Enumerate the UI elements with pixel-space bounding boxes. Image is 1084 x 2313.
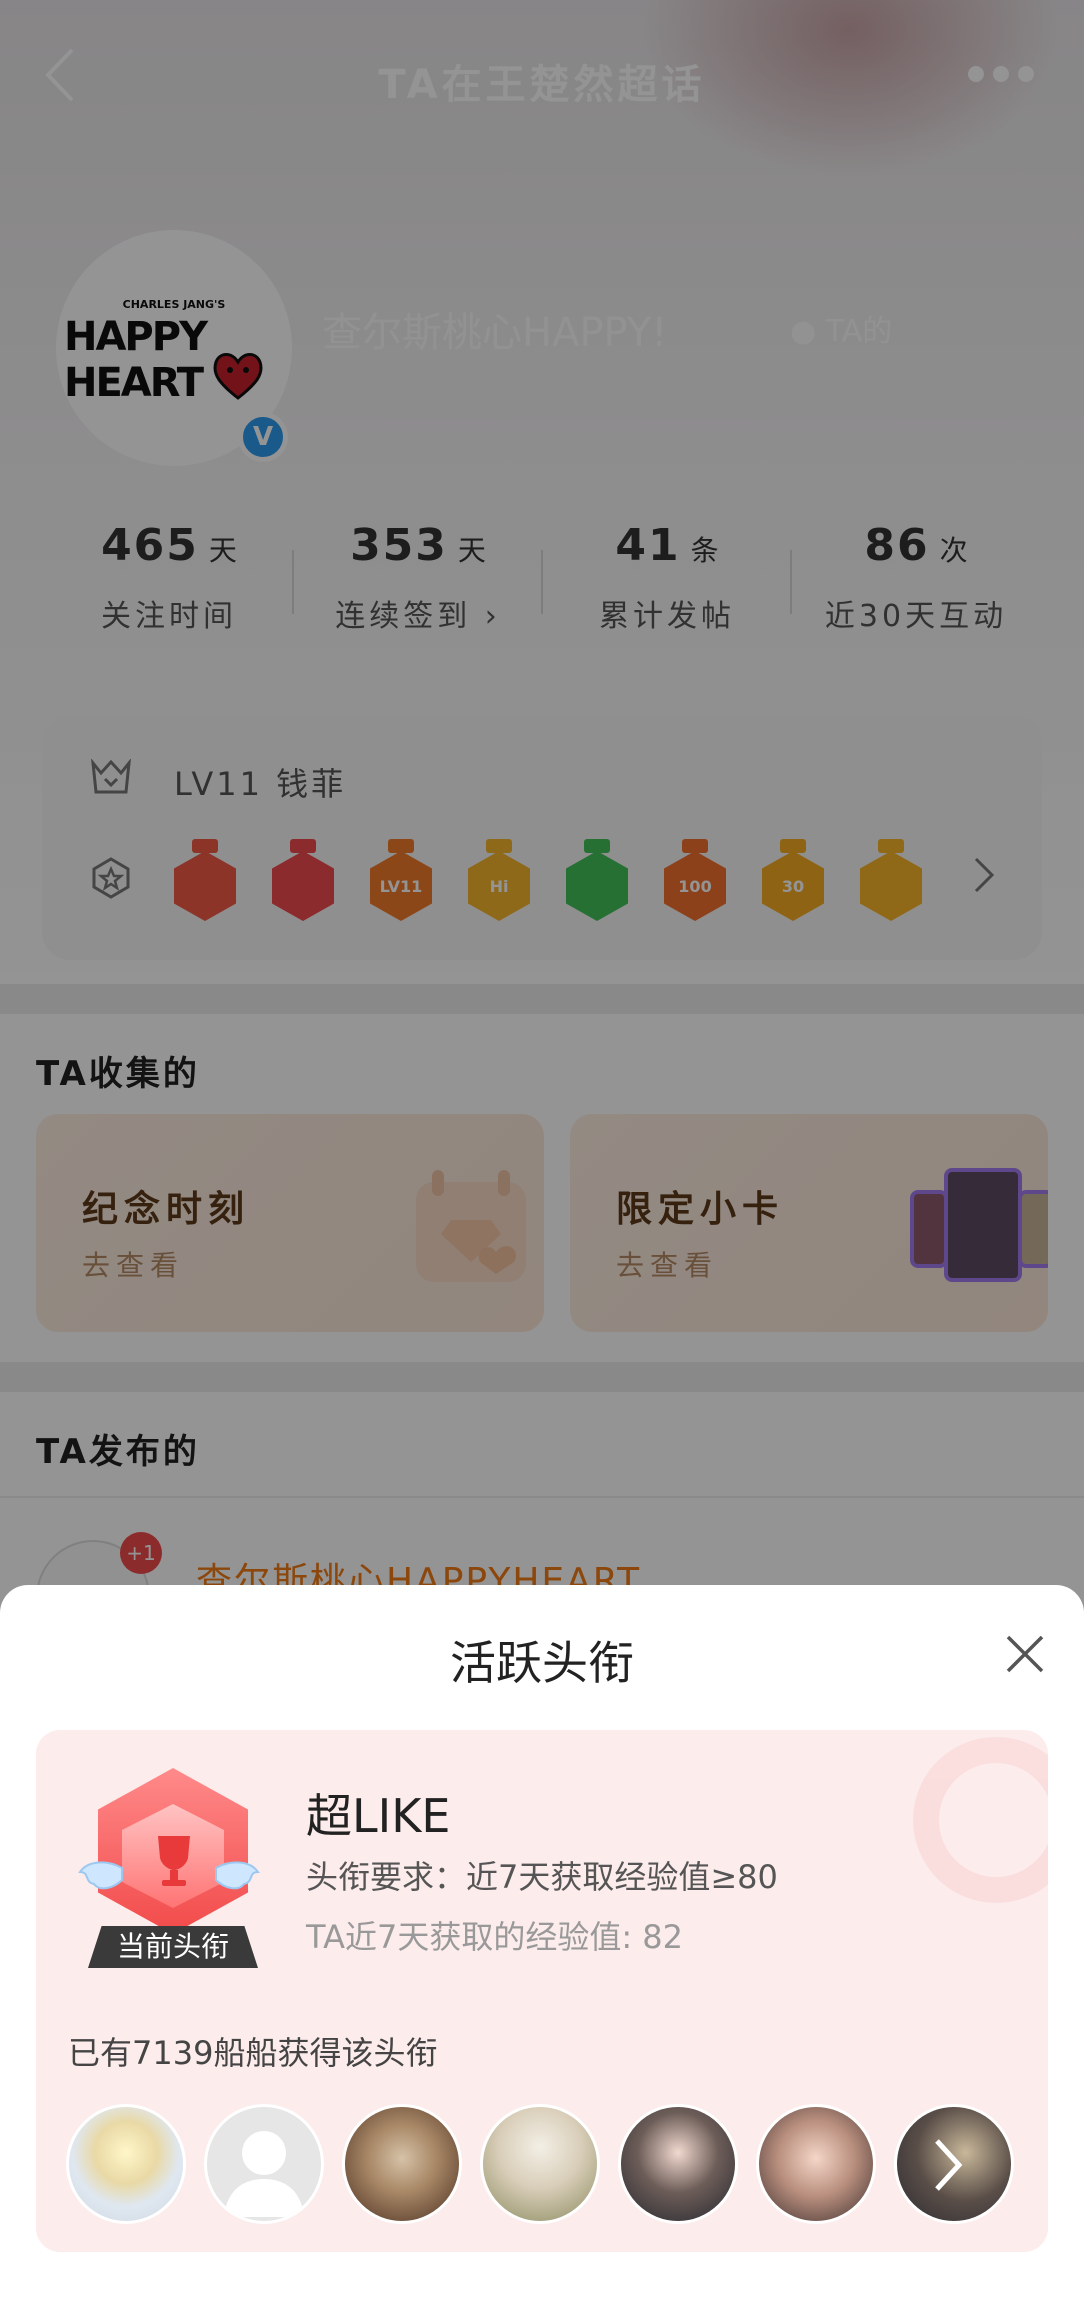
user-avatar[interactable] [342,2104,462,2224]
profile-page: TA在王楚然超话 CHARLES JANG'S HAPPY HEART V 查尔… [0,0,1084,2313]
title-requirement: 头衔要求：近7天获取经验值≥80 [306,1858,778,1896]
user-avatar[interactable] [66,2104,186,2224]
user-avatar[interactable] [756,2104,876,2224]
trophy-icon [158,1836,190,1886]
user-avatar[interactable] [204,2104,324,2224]
title-name: 超LIKE [306,1789,451,1843]
default-avatar-icon [224,2131,304,2217]
user-avatar[interactable] [618,2104,738,2224]
title-owners-count: 已有7139船船获得该头衔 [68,2034,438,2072]
wing-icon [215,1861,260,1890]
trophy-title-badge: 当前头衔 [78,1768,260,1968]
close-icon[interactable] [1004,1633,1046,1675]
active-title-sheet: 活跃头衔 当前头衔 超LIKE 头衔要求：近7天获取经验值≥80 TA近7天获取… [0,1585,1084,2313]
more-owners-button[interactable] [894,2104,1014,2224]
title-experience: TA近7天获取的经验值: 82 [306,1918,683,1956]
user-avatar[interactable] [480,2104,600,2224]
sheet-title: 活跃头衔 [450,1636,634,1690]
wing-icon [78,1861,123,1890]
chevron-right-icon [935,2139,963,2191]
decoration-icon [913,1737,1048,1903]
owner-avatar-list [66,2104,1026,2228]
title-info-card: 当前头衔 超LIKE 头衔要求：近7天获取经验值≥80 TA近7天获取的经验值:… [36,1730,1048,2252]
current-title-tag: 当前头衔 [88,1926,258,1968]
